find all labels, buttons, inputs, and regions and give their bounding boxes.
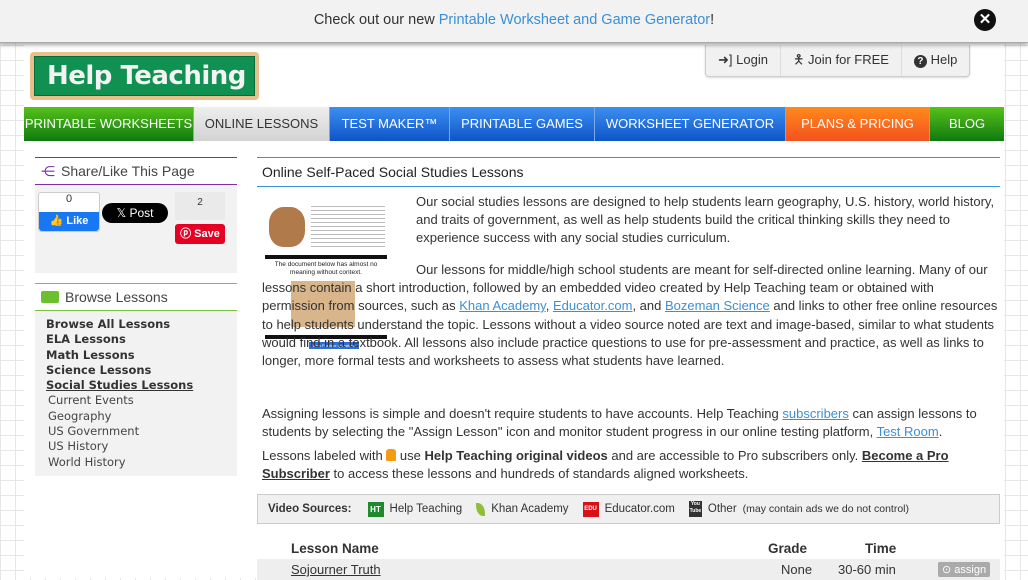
- close-icon[interactable]: ✕: [974, 9, 996, 31]
- intro-paragraph: Our social studies lessons are designed …: [416, 194, 995, 246]
- share-icon: ⋲: [41, 163, 55, 179]
- educator-source: Educator.com: [604, 503, 675, 515]
- logo-text: Help Teaching: [34, 56, 255, 96]
- x-post-button[interactable]: 𝕏 Post: [102, 203, 168, 223]
- leaf-icon: [476, 502, 486, 516]
- thumbs-up-icon: 👍: [49, 215, 64, 227]
- sidebar: ⋲ Share/Like This Page 0 👍 Like 𝕏 Post 2 ⓟ…: [35, 157, 237, 476]
- other-note: (may contain ads we do not control): [742, 503, 909, 515]
- us-history-link[interactable]: US History: [46, 439, 226, 454]
- x-icon: 𝕏: [116, 206, 127, 220]
- main-content: Online Self-Paced Social Studies Lessons…: [257, 157, 1000, 580]
- help-teaching-source: Help Teaching: [389, 503, 463, 515]
- login-label: Login: [736, 52, 768, 67]
- ela-lessons-link[interactable]: ELA Lessons: [46, 332, 226, 347]
- video-sources-label: Video Sources:: [268, 503, 352, 515]
- nav-plans-pricing[interactable]: PLANS & PRICING: [786, 107, 930, 141]
- video-sources-bar: Video Sources: HT Help Teaching Khan Acad…: [257, 494, 1000, 524]
- nav-printable-worksheets[interactable]: PRINTABLE WORKSHEETS: [24, 107, 194, 141]
- nav-test-maker[interactable]: TEST MAKER™: [330, 107, 450, 141]
- help-button[interactable]: ? Help: [902, 45, 969, 76]
- clock-icon: ⊙: [942, 564, 952, 576]
- science-lessons-link[interactable]: Science Lessons: [46, 363, 226, 378]
- folder-open-icon: [41, 291, 59, 303]
- nav-blog[interactable]: BLOG: [930, 107, 1004, 141]
- math-lessons-link[interactable]: Math Lessons: [46, 348, 226, 363]
- fb-count: 0: [65, 193, 73, 205]
- person-icon: 🯅: [792, 52, 805, 67]
- bozeman-science-link[interactable]: Bozeman Science: [665, 298, 770, 313]
- social-studies-lessons-link[interactable]: Social Studies Lessons: [46, 378, 226, 393]
- join-label: Join for FREE: [808, 52, 889, 67]
- generator-link[interactable]: Printable Worksheet and Game Generator: [439, 12, 710, 28]
- promo-banner: Check out our new Printable Worksheet an…: [0, 0, 1028, 43]
- share-title: Share/Like This Page: [61, 163, 195, 179]
- khan-academy-source: Khan Academy: [491, 503, 569, 515]
- nav-online-lessons[interactable]: ONLINE LESSONS: [194, 107, 330, 141]
- world-history-link[interactable]: World History: [46, 455, 226, 470]
- col-lesson-name: Lesson Name: [291, 541, 379, 556]
- lock-icon: [386, 449, 397, 461]
- logo[interactable]: Help Teaching: [30, 52, 259, 100]
- test-room-link[interactable]: Test Room: [877, 424, 939, 439]
- pin-count: 2: [175, 192, 225, 220]
- x-post-label: Post: [129, 206, 154, 220]
- page-title: Online Self-Paced Social Studies Lessons: [257, 157, 1000, 187]
- col-time: Time: [865, 541, 897, 556]
- user-bar: ➜] Login 🯅 Join for FREE ? Help: [705, 45, 971, 77]
- other-source: Other: [707, 503, 737, 515]
- browse-title: Browse Lessons: [65, 289, 168, 305]
- login-icon: ➜]: [718, 52, 733, 67]
- lesson-link[interactable]: Sojourner Truth: [291, 562, 381, 577]
- browse-box: Browse Lessons Browse All Lessons ELA Le…: [35, 283, 237, 476]
- banner-suffix: !: [710, 12, 715, 28]
- lessons-paragraph: Our lessons for middle/high school stude…: [262, 262, 998, 369]
- pinterest-save-button[interactable]: ⓟ Save: [175, 224, 225, 244]
- banner-text: Check out our new: [313, 12, 439, 28]
- pinterest-icon: ⓟ: [180, 228, 192, 240]
- lesson-time: 30-60 min: [838, 562, 896, 577]
- browse-all-link[interactable]: Browse All Lessons: [46, 317, 226, 332]
- current-events-link[interactable]: Current Events: [46, 393, 226, 408]
- login-button[interactable]: ➜] Login: [706, 45, 781, 76]
- facebook-like-button[interactable]: 0 👍 Like: [38, 192, 100, 232]
- assign-button[interactable]: ⊙ assign: [938, 562, 991, 577]
- fb-like-label: Like: [66, 215, 89, 227]
- subscribers-link[interactable]: subscribers: [782, 406, 848, 421]
- educator-icon: EDU: [582, 501, 599, 517]
- help-label: Help: [930, 52, 958, 67]
- nav-worksheet-generator[interactable]: WORKSHEET GENERATOR: [595, 107, 786, 141]
- join-button[interactable]: 🯅 Join for FREE: [781, 45, 902, 76]
- main-nav: PRINTABLE WORKSHEETS ONLINE LESSONS TEST…: [24, 107, 1004, 141]
- question-circle-icon: ?: [913, 55, 927, 68]
- khan-academy-link[interactable]: Khan Academy: [459, 298, 545, 313]
- lesson-grade: None: [781, 562, 813, 577]
- detective-illustration: [269, 207, 305, 247]
- page: Help Teaching ➜] Login 🯅 Join for FREE ?…: [24, 43, 1004, 580]
- us-government-link[interactable]: US Government: [46, 424, 226, 439]
- assigning-paragraph: Assigning lessons is simple and doesn't …: [262, 406, 977, 440]
- pro-paragraph: Lessons labeled with use Help Teaching o…: [262, 448, 949, 482]
- lesson-table-header: Lesson Name Grade Time: [257, 539, 1000, 559]
- educator-link[interactable]: Educator.com: [553, 298, 633, 313]
- share-box: ⋲ Share/Like This Page 0 👍 Like 𝕏 Post 2 ⓟ…: [35, 157, 237, 273]
- col-grade: Grade: [768, 541, 808, 556]
- nav-printable-games[interactable]: PRINTABLE GAMES: [450, 107, 595, 141]
- help-teaching-icon: HT: [367, 501, 384, 517]
- geography-link[interactable]: Geography: [46, 409, 226, 424]
- text-lines: [311, 203, 385, 249]
- pin-save-label: Save: [194, 228, 220, 240]
- youtube-icon: You Tube: [688, 501, 702, 517]
- assign-label: assign: [954, 564, 987, 576]
- table-row: Sojourner Truth None 30-60 min ⊙ assign: [257, 559, 1000, 580]
